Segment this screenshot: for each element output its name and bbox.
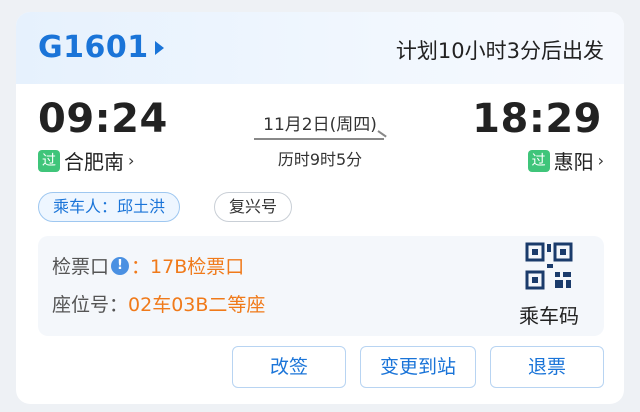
refund-button[interactable]: 退票 <box>490 346 604 388</box>
route-arrow-icon <box>254 138 384 140</box>
ticket-info-box: 检票口 ! ：17B检票口 座位号： 02车03B二等座 乘车码 <box>38 236 604 336</box>
card-header: G1601 计划10小时3分后出发 <box>16 12 624 84</box>
info-icon[interactable]: ! <box>111 256 130 275</box>
qr-code-icon <box>525 242 573 290</box>
qr-code-button[interactable]: 乘车码 <box>506 242 592 332</box>
gate-row: 检票口 ! ：17B检票口 <box>52 252 244 279</box>
travel-date: 11月2日(周四) <box>263 115 377 135</box>
train-number[interactable]: G1601 <box>38 30 164 65</box>
passenger-tag[interactable]: 乘车人：邱土洪 <box>38 192 181 222</box>
arrival-station[interactable]: 过 惠阳 › <box>527 146 604 175</box>
play-icon <box>154 40 164 55</box>
seat-label: 座位号： <box>52 294 129 316</box>
arrival-station-name: 惠阳 <box>553 150 594 174</box>
departure-time: 09:24 <box>38 96 168 142</box>
departure-station[interactable]: 过 合肥南 › <box>38 146 134 175</box>
gate-value: ：17B检票口 <box>131 256 245 278</box>
change-ticket-button[interactable]: 改签 <box>232 346 346 388</box>
travel-duration: 历时9时5分 <box>277 150 363 169</box>
gate-label: 检票口 <box>52 256 110 278</box>
departure-countdown: 计划10小时3分后出发 <box>395 39 604 63</box>
train-type-tag: 复兴号 <box>214 192 293 222</box>
seat-value: 02车03B二等座 <box>128 294 266 316</box>
change-destination-button[interactable]: 变更到站 <box>360 346 476 388</box>
pass-badge: 过 <box>527 149 550 172</box>
chevron-right-icon: › <box>128 151 135 170</box>
train-number-text: G1601 <box>38 30 149 65</box>
departure-station-name: 合肥南 <box>64 150 124 174</box>
arrival-time: 18:29 <box>472 96 602 142</box>
pass-badge: 过 <box>38 149 60 172</box>
qr-code-label: 乘车码 <box>519 304 579 328</box>
seat-row: 座位号： 02车03B二等座 <box>52 290 265 317</box>
chevron-right-icon: › <box>597 151 604 170</box>
ticket-card: G1601 计划10小时3分后出发 09:24 18:29 过 合肥南 › 过 … <box>16 12 624 404</box>
